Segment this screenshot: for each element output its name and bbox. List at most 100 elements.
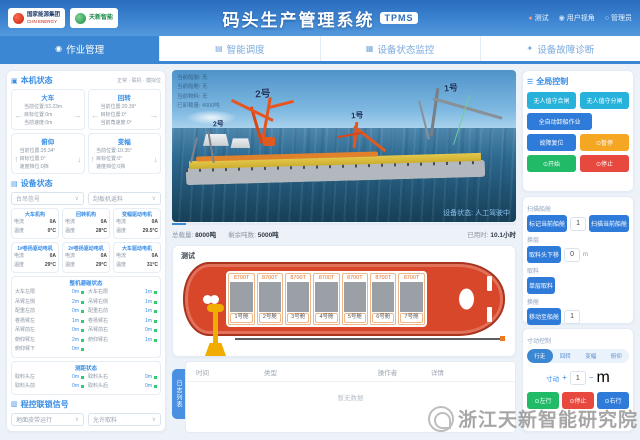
motion-card: 大车 ← 当前位置:53.23m 目标位置:0m 当前速度:0m → (11, 89, 85, 130)
jog-label: 寸动 (546, 373, 559, 383)
status-ok-dot (81, 291, 84, 294)
hold-tonnage: 8700T (229, 274, 253, 282)
unmanned-close-button[interactable]: 无人值守合闸 (527, 92, 576, 109)
tab-label: 智能调度 (227, 42, 265, 56)
move-to-hold-button[interactable]: 移动至船舱 (527, 308, 561, 325)
stern-structure (459, 289, 474, 310)
motor-name: 回转机构 (65, 211, 107, 218)
hold-name: 4号舱 (315, 313, 337, 323)
scene-overlay-info: 当前船舶: 无当前船舱: 无当前物料: 无已卸载量: 4000吨 (177, 74, 220, 111)
jog-axis-pill[interactable]: 俯仰 (604, 349, 630, 363)
interlock-header: ▥ 程控联锁信号 (11, 399, 69, 410)
collision-title: 整机避碰状态 (15, 279, 157, 287)
log-table: 时间类型操作者详情 暂无数据 (185, 361, 516, 433)
motion-decrease-arrow[interactable]: ← (13, 110, 24, 120)
motion-decrease-arrow[interactable]: ← (90, 110, 101, 120)
cargo-hold[interactable]: 8700T 5号舱 (342, 273, 368, 325)
motion-card-grid: 大车 ← 当前位置:53.23m 目标位置:0m 当前速度:0m → 回转 ← (11, 89, 161, 174)
motor-card: 2#卷扬驱动电机 电流0A 温度29°C (62, 242, 110, 273)
mark-hold-button[interactable]: 标记当前船舱 (527, 215, 567, 232)
fault-reset-button[interactable]: 故障复位 (527, 134, 576, 151)
device-status-header: ▤ 设备状态 (11, 178, 53, 189)
user-icon: ● (528, 15, 532, 22)
jog-decrease-button[interactable]: − (589, 374, 594, 382)
layer-section-label: 换层 (527, 235, 629, 244)
jog-axis-pill[interactable]: 行走 (527, 349, 553, 363)
motor-temp: 31°C (147, 261, 158, 270)
status-ok-dot (81, 385, 84, 388)
main-tab[interactable]: ▤ 智能调度 (160, 36, 320, 61)
target-hold-input[interactable] (564, 310, 580, 324)
user-icon: ◉ (559, 14, 565, 22)
jog-axis-pill[interactable]: 变幅 (578, 349, 604, 363)
scan-hold-input[interactable] (570, 217, 586, 231)
3d-scene-viewport[interactable]: 2号 2号 1号 1号 当前船舶: 无当前船舱: 无当前物料: 无已卸载量: 4… (172, 70, 516, 222)
cargo-hold[interactable]: 8700T 2号舱 (257, 273, 283, 325)
crane-number-marker: 1号 (351, 109, 364, 121)
unmanned-open-button[interactable]: 无人值守分闸 (580, 92, 629, 109)
progress-fill (172, 223, 186, 225)
cargo-hold[interactable]: 8700T 6号舱 (370, 273, 396, 325)
motor-name: 1#卷扬驱动电机 (14, 245, 56, 252)
stop-button[interactable]: ⊙停止 (580, 155, 629, 172)
main-tab[interactable]: ▦ 设备状态监控 (321, 36, 481, 61)
motor-current: 0A (152, 218, 158, 227)
motion-increase-arrow[interactable]: ↓ (76, 154, 83, 164)
scan-hold-button[interactable]: 扫描当前船舱 (589, 215, 629, 232)
overlay-line: 当前物料: 无 (177, 93, 220, 102)
cargo-hold[interactable]: 8700T 4号舱 (313, 273, 339, 325)
jog-control-label: 寸动控制 (527, 336, 629, 345)
hold-tonnage: 8700T (399, 274, 423, 282)
main-tab[interactable]: ◉ 作业管理 (0, 36, 160, 61)
motion-values: 当前位置:20.39° 目标位置:0° 当前角速度:0° (101, 103, 149, 127)
start-button[interactable]: ⊙开始 (527, 155, 576, 172)
crane-signal-select[interactable]: 台吊信号 ∨ (11, 192, 84, 205)
logo-subtext: CHN ENERGY (27, 19, 60, 24)
motion-increase-arrow[interactable]: → (72, 110, 83, 120)
scraper-signal-select[interactable]: 刮板机返料 ∨ (88, 192, 161, 205)
stern-fitting (487, 307, 492, 322)
layer-depth-input[interactable] (564, 248, 580, 262)
motor-current: 0A (50, 218, 56, 227)
ranging-panel: 测距状态 取料头左0m 取料头前0m (11, 361, 161, 395)
remaining-tons: 剩余吨数: 5000吨 (228, 229, 279, 239)
auto-unload-button[interactable]: 全自动卸船作业 (527, 113, 592, 130)
jog-unit: m (597, 369, 610, 387)
jog-increase-button[interactable]: + (562, 374, 567, 382)
hold-hatch (287, 282, 309, 312)
cargo-hold[interactable]: 8700T 7号舱 (398, 273, 424, 325)
motor-current: 0A (50, 252, 56, 261)
jog-distance-input[interactable] (570, 371, 586, 385)
operations-card: 扫描船舱 标记当前船舱 扫描当前船舱 换层 取料头下移 m 取料 单层取料 换舱… (522, 196, 634, 324)
motor-card-grid: 大车机构 电流0A 温度0°C 回转机构 电流0A 温度28°C 变幅驱动电机 … (11, 208, 161, 273)
motor-temp: 29°C (96, 261, 107, 270)
ranging-row: 取料头左0m (15, 373, 84, 383)
single-layer-reclaim-button[interactable]: 单层取料 (527, 277, 555, 294)
status-ok-dot (81, 320, 84, 323)
jog-stop-button[interactable]: ⊙停止 (562, 392, 594, 409)
allow-reclaim-select[interactable]: 允许取料 ∨ (88, 413, 161, 426)
motor-temp: 28°C (96, 227, 107, 236)
log-list-tab[interactable]: 日志列表 (172, 369, 185, 419)
crane-number-marker: 2号 (254, 85, 271, 101)
header-user-item[interactable]: ○ 管理员 (605, 13, 632, 23)
cargo-hold[interactable]: 8700T 3号舱 (285, 273, 311, 325)
belt-run-select[interactable]: 地面皮带运行 ∨ (11, 413, 84, 426)
tab-label: 设备故障诊断 (537, 42, 594, 56)
head-down-button[interactable]: 取料头下移 (527, 246, 561, 263)
pause-button[interactable]: ⊙暂停 (580, 134, 629, 151)
motion-card: 变幅 ↑ 当前位置:10.35° 目标位置:0° 速度挡位:0挡 ↓ (88, 133, 162, 174)
jog-right-button[interactable]: ⊙右行 (597, 392, 629, 409)
log-column-header: 操作者 (344, 367, 431, 377)
header-user-item[interactable]: ● 测试 (528, 13, 548, 23)
hold-tonnage: 8700T (286, 274, 310, 282)
left-status-panel: ▣ 本机状态 正常 · 联机 · 模拟位 大车 ← 当前位置:53.23m 目标… (6, 70, 166, 432)
jog-left-button[interactable]: ⊙左行 (527, 392, 559, 409)
jog-axis-pill[interactable]: 回转 (553, 349, 579, 363)
motion-increase-arrow[interactable]: ↓ (153, 154, 160, 164)
header-user-item[interactable]: ◉ 用户视角 (559, 13, 595, 23)
tpms-badge: TPMS (380, 12, 417, 24)
motion-increase-arrow[interactable]: → (148, 110, 159, 120)
scan-section-label: 扫描船舱 (527, 204, 629, 213)
main-tab[interactable]: ✦ 设备故障诊断 (481, 36, 640, 61)
